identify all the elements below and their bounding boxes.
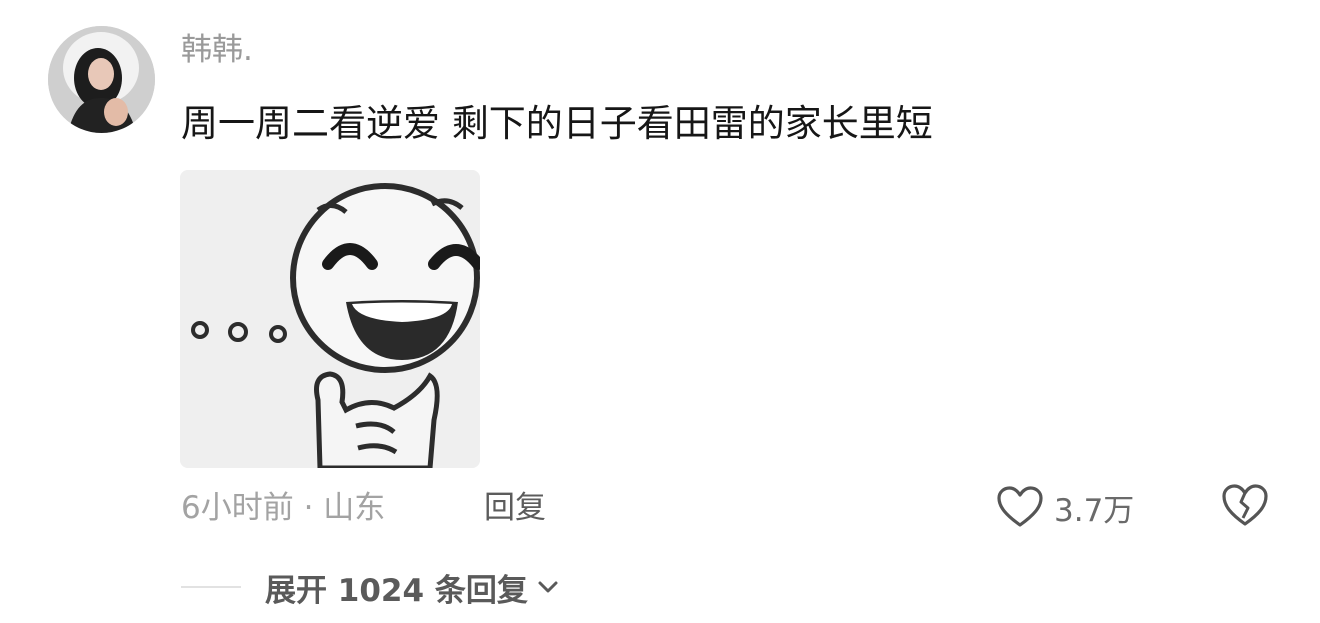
expand-replies-button[interactable]: 展开 1024 条回复 <box>265 565 560 610</box>
comment-username[interactable]: 韩韩. <box>181 28 253 72</box>
user-avatar[interactable] <box>48 26 155 133</box>
expand-replies-row: 展开 1024 条回复 <box>181 564 560 610</box>
expand-replies-label[interactable]: 展开 1024 条回复 <box>265 565 528 610</box>
heart-outline-icon[interactable] <box>996 485 1044 529</box>
smiley-thinking-sticker-icon <box>180 170 480 468</box>
chevron-down-icon[interactable] <box>536 579 560 595</box>
dislike-button[interactable] <box>1220 482 1270 528</box>
comment-text: 周一周二看逆爱 剩下的日子看田雷的家长里短 <box>181 102 933 145</box>
broken-heart-icon[interactable] <box>1220 482 1270 528</box>
divider <box>181 586 241 588</box>
like-button[interactable]: 3.7万 <box>996 482 1134 532</box>
comment-time-location: 6小时前 · 山东 <box>181 490 386 526</box>
like-count: 3.7万 <box>1054 492 1135 529</box>
comment-sticker-image[interactable] <box>180 170 480 468</box>
reply-button[interactable]: 回复 <box>484 486 546 530</box>
avatar-image <box>48 26 155 133</box>
